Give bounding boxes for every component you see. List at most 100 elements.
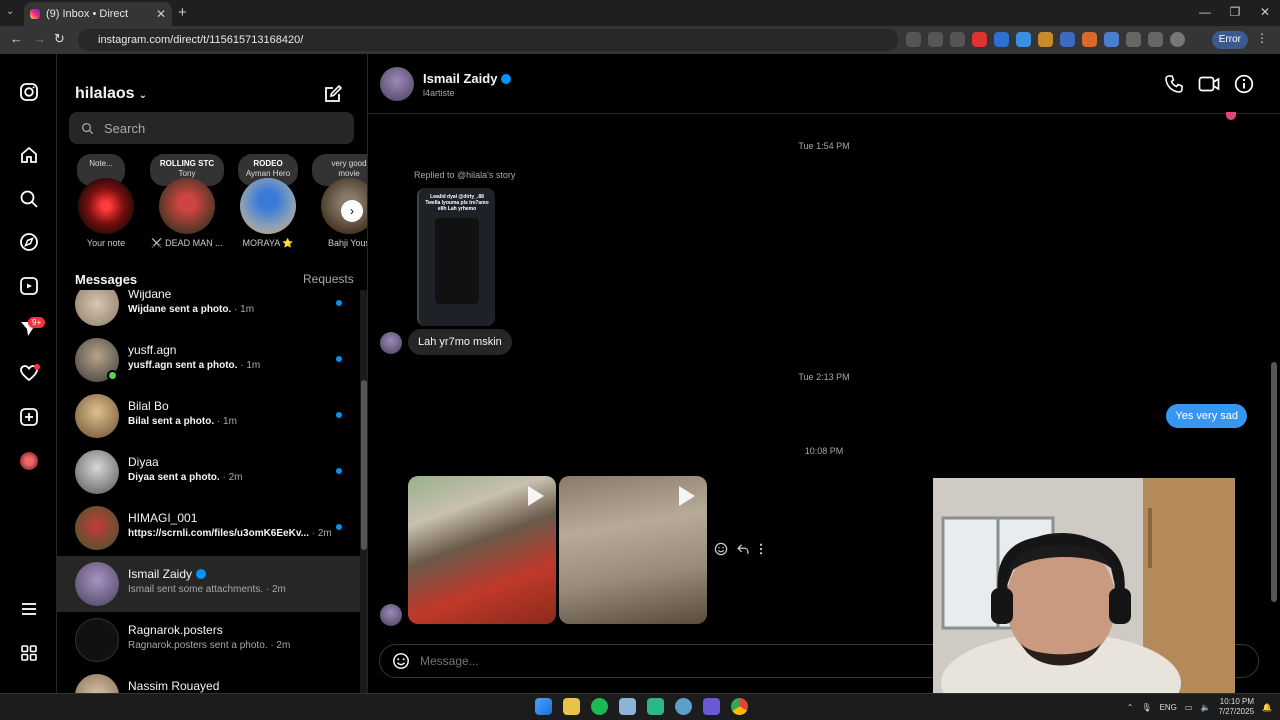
close-window-icon[interactable]: ✕ [1250, 0, 1280, 26]
search-icon[interactable] [18, 188, 40, 210]
conversation-item[interactable]: Bilal Bo Bilal sent a photo. · 1m [57, 388, 360, 444]
conversation-info-icon[interactable] [1234, 74, 1254, 94]
note-item[interactable]: ROLLING STC Tony ⚔️ DEAD MAN ... [150, 154, 224, 249]
back-icon[interactable]: ← [10, 31, 23, 46]
more-options-icon[interactable] [758, 542, 764, 556]
account-switcher[interactable]: hilalaos ⌄ [75, 85, 147, 103]
instagram-logo-icon[interactable] [18, 81, 40, 103]
play-icon [679, 486, 695, 506]
video-attachment[interactable] [559, 476, 707, 624]
webcam-overlay [933, 478, 1235, 693]
browser-icon[interactable] [675, 698, 692, 715]
extension-icon[interactable] [1060, 32, 1075, 47]
file-explorer-icon[interactable] [563, 698, 580, 715]
microphone-icon[interactable]: 🎙 [1141, 703, 1151, 712]
conversation-item[interactable]: Nassim Rouayed [57, 668, 360, 693]
home-icon[interactable] [18, 144, 40, 166]
start-icon[interactable] [535, 698, 552, 715]
browser-tab[interactable]: (9) Inbox • Direct ✕ [24, 2, 172, 26]
new-message-button[interactable] [323, 84, 343, 109]
profile-icon[interactable] [1170, 32, 1185, 47]
conversation-item[interactable]: Diyaa Diyaa sent a photo. · 2m [57, 444, 360, 500]
spotify-icon[interactable] [591, 698, 608, 715]
chat-scrollbar[interactable] [1270, 116, 1278, 636]
requests-link[interactable]: Requests [303, 272, 354, 286]
profile-avatar-icon[interactable] [18, 450, 40, 472]
notification-badge: 9+ [28, 317, 46, 328]
extensions-puzzle-icon[interactable] [1148, 32, 1163, 47]
sender-avatar[interactable] [380, 604, 402, 626]
story-image [435, 218, 479, 304]
extension-icon[interactable] [1038, 32, 1053, 47]
avatar [75, 450, 119, 494]
tab-search-icon[interactable]: ⌄ [6, 6, 14, 17]
reload-icon[interactable]: ↻ [54, 31, 65, 47]
chat-contact-name[interactable]: Ismail Zaidy [423, 71, 512, 86]
outgoing-message[interactable]: Yes very sad [1166, 404, 1247, 428]
zoom-icon[interactable] [928, 32, 943, 47]
clock[interactable]: 10:10 PM 7/27/2025 [1218, 697, 1254, 717]
note-item[interactable]: very good movie Bahji Yous [312, 154, 367, 248]
window-controls: — ❐ ✕ [1190, 0, 1280, 26]
chrome-icon[interactable] [731, 698, 748, 715]
reply-icon[interactable] [736, 542, 750, 556]
message-input[interactable] [420, 654, 820, 668]
url-field[interactable]: instagram.com/direct/t/115615713168420/ [78, 29, 898, 51]
network-icon[interactable]: ▭ [1185, 703, 1193, 712]
photos-icon[interactable] [619, 698, 636, 715]
explore-compass-icon[interactable] [18, 231, 40, 253]
search-input[interactable]: Search [69, 112, 354, 144]
video-attachment[interactable] [408, 476, 556, 624]
app-icon[interactable] [647, 698, 664, 715]
extension-icon[interactable] [1016, 32, 1031, 47]
notifications-bell-icon[interactable]: 🔔 [1262, 703, 1272, 712]
extension-icon[interactable] [1126, 32, 1141, 47]
chat-avatar[interactable] [380, 67, 414, 101]
phone-call-icon[interactable] [1164, 74, 1184, 94]
also-from-meta-icon[interactable] [18, 642, 40, 664]
emoji-picker-icon[interactable] [392, 652, 410, 670]
inbox-scrollbar[interactable] [360, 290, 367, 693]
bookmark-star-icon[interactable] [950, 32, 965, 47]
minimize-icon[interactable]: — [1190, 0, 1220, 26]
conversation-item[interactable]: Ragnarok.posters Ragnarok.posters sent a… [57, 612, 360, 668]
close-tab-icon[interactable]: ✕ [156, 7, 166, 21]
extension-icon[interactable] [972, 32, 987, 47]
extension-icon[interactable] [994, 32, 1009, 47]
search-icon [81, 122, 94, 134]
note-item[interactable]: RODEO Ayman Hero MORAYA ⭐ [231, 154, 305, 249]
conversation-item[interactable]: yusff.agn yusff.agn sent a photo. · 1m [57, 332, 360, 388]
notes-next-button[interactable]: › [341, 200, 363, 222]
extension-icon[interactable] [1104, 32, 1119, 47]
volume-icon[interactable]: 🔈 [1200, 703, 1210, 712]
video-call-icon[interactable] [1198, 74, 1220, 94]
new-tab-icon[interactable]: + [178, 4, 187, 21]
conversation-item[interactable]: HIMAGI_001 https://scrnli.com/files/u3om… [57, 500, 360, 556]
discord-icon[interactable] [703, 698, 720, 715]
extension-icon[interactable] [1082, 32, 1097, 47]
conversation-name: yusff.agn [128, 343, 177, 357]
create-plus-icon[interactable] [18, 406, 40, 428]
conversation-item[interactable]: Wijdane Wijdane sent a photo. · 1m [57, 290, 360, 332]
incoming-message[interactable]: Lah yr7mo mskin [408, 329, 512, 355]
unread-dot [336, 412, 342, 418]
conversation-item-active[interactable]: Ismail Zaidy Ismail sent some attachment… [57, 556, 360, 612]
conversation-preview: Bilal sent a photo. · 1m [128, 416, 237, 427]
sender-avatar[interactable] [380, 332, 402, 354]
language-indicator[interactable]: ENG [1160, 703, 1177, 712]
chevron-down-icon: ⌄ [138, 90, 147, 101]
reels-icon[interactable] [18, 275, 40, 297]
cast-icon[interactable] [906, 32, 921, 47]
scrollbar-thumb[interactable] [361, 380, 367, 550]
tray-chevron-up-icon[interactable]: ⌃ [1127, 703, 1134, 712]
more-menu-icon[interactable]: ⋮ [1256, 31, 1268, 45]
maximize-icon[interactable]: ❐ [1220, 0, 1250, 26]
more-menu-icon[interactable] [18, 598, 40, 620]
note-item[interactable]: Note... Your note [69, 154, 143, 248]
scrollbar-thumb[interactable] [1271, 362, 1277, 602]
chat-actions [1164, 74, 1254, 94]
story-reply-preview[interactable]: Lwalid dyal @dirty_.88 Twella lyouma pls… [417, 188, 495, 326]
error-button[interactable]: Error [1211, 31, 1248, 49]
react-emoji-icon[interactable] [714, 542, 728, 556]
forward-icon[interactable]: → [33, 31, 46, 46]
